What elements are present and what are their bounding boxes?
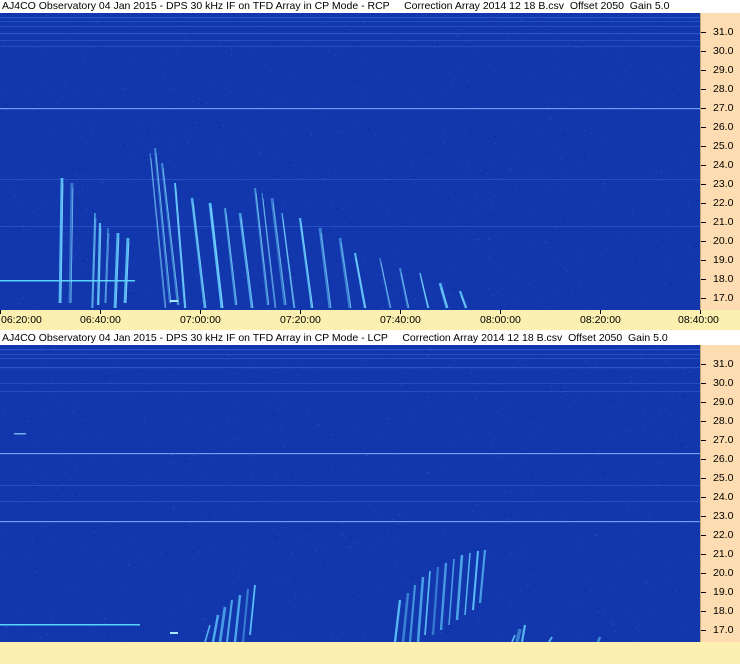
y-tick-label: 18.0 <box>713 605 734 617</box>
y-tick <box>701 108 706 109</box>
y-tick <box>701 630 706 631</box>
y-tick <box>701 203 706 204</box>
y-tick <box>701 260 706 261</box>
y-tick-label: 21.0 <box>713 548 734 560</box>
y-tick <box>701 165 706 166</box>
y-tick <box>701 298 706 299</box>
y-tick <box>701 364 706 365</box>
y-tick-label: 31.0 <box>713 358 734 370</box>
x-tick-label: 08:20:00 <box>580 314 621 326</box>
y-tick-label: 26.0 <box>713 121 734 133</box>
x-tick-label: 06:40:00 <box>80 314 121 326</box>
y-tick-label: 25.0 <box>713 472 734 484</box>
y-tick <box>701 535 706 536</box>
y-tick-label: 31.0 <box>713 26 734 38</box>
y-tick <box>701 421 706 422</box>
y-tick <box>701 478 706 479</box>
rcp-frequency-axis: 31.0 30.0 29.0 28.0 27.0 26.0 25.0 24.0 23.0 22.0… <box>700 13 740 310</box>
y-tick <box>701 440 706 441</box>
y-tick <box>701 89 706 90</box>
y-tick-label: 24.0 <box>713 159 734 171</box>
y-tick-label: 30.0 <box>713 45 734 57</box>
lcp-title: AJ4CO Observatory 04 Jan 2015 - DPS 30 k… <box>0 332 740 345</box>
rcp-title: AJ4CO Observatory 04 Jan 2015 - DPS 30 k… <box>0 0 740 13</box>
y-tick <box>701 592 706 593</box>
y-tick-label: 17.0 <box>713 624 734 636</box>
y-tick <box>701 51 706 52</box>
y-tick <box>701 402 706 403</box>
x-tick-label: 07:40:00 <box>380 314 421 326</box>
y-tick-label: 26.0 <box>713 453 734 465</box>
x-tick-label: 08:00:00 <box>480 314 521 326</box>
y-tick-label: 24.0 <box>713 491 734 503</box>
y-tick <box>701 279 706 280</box>
y-tick-label: 19.0 <box>713 254 734 266</box>
rcp-time-axis: 06:20:00 06:40:00 07:00:00 07:20:00 07:40:00… <box>0 310 740 330</box>
y-tick-label: 25.0 <box>713 140 734 152</box>
y-tick <box>701 611 706 612</box>
y-tick-label: 28.0 <box>713 415 734 427</box>
y-tick <box>701 554 706 555</box>
y-tick-label: 29.0 <box>713 396 734 408</box>
x-tick-label: 07:20:00 <box>280 314 321 326</box>
y-tick <box>701 573 706 574</box>
y-tick <box>701 241 706 242</box>
lcp-spectrogram-image <box>0 345 700 642</box>
lcp-panel: AJ4CO Observatory 04 Jan 2015 - DPS 30 k… <box>0 332 740 664</box>
y-tick-label: 27.0 <box>713 102 734 114</box>
y-tick-label: 18.0 <box>713 273 734 285</box>
rcp-spectrogram <box>0 13 700 310</box>
rcp-panel: AJ4CO Observatory 04 Jan 2015 - DPS 30 k… <box>0 0 740 330</box>
y-tick-label: 20.0 <box>713 567 734 579</box>
lcp-frequency-axis: 31.0 30.0 29.0 28.0 27.0 26.0 25.0 24.0 23.0 22.0… <box>700 345 740 642</box>
y-tick <box>701 516 706 517</box>
y-tick <box>701 459 706 460</box>
y-tick <box>701 383 706 384</box>
y-tick <box>701 146 706 147</box>
y-tick-label: 27.0 <box>713 434 734 446</box>
lcp-spectrogram <box>0 345 700 642</box>
y-tick <box>701 32 706 33</box>
y-tick-label: 23.0 <box>713 510 734 522</box>
y-tick-label: 22.0 <box>713 197 734 209</box>
y-tick <box>701 497 706 498</box>
y-tick-label: 19.0 <box>713 586 734 598</box>
y-tick-label: 28.0 <box>713 83 734 95</box>
y-tick-label: 29.0 <box>713 64 734 76</box>
x-tick-label: 07:00:00 <box>180 314 221 326</box>
y-tick-label: 30.0 <box>713 377 734 389</box>
x-tick-label: 08:40:00 <box>678 314 719 326</box>
y-tick-label: 17.0 <box>713 292 734 304</box>
rcp-spectrogram-image <box>0 13 700 310</box>
y-tick-label: 20.0 <box>713 235 734 247</box>
y-tick <box>701 127 706 128</box>
y-tick-label: 23.0 <box>713 178 734 190</box>
x-tick-label: 06:20:00 <box>1 314 42 326</box>
y-tick <box>701 184 706 185</box>
y-tick-label: 21.0 <box>713 216 734 228</box>
y-tick <box>701 222 706 223</box>
lcp-time-axis <box>0 642 740 664</box>
y-tick-label: 22.0 <box>713 529 734 541</box>
y-tick <box>701 70 706 71</box>
